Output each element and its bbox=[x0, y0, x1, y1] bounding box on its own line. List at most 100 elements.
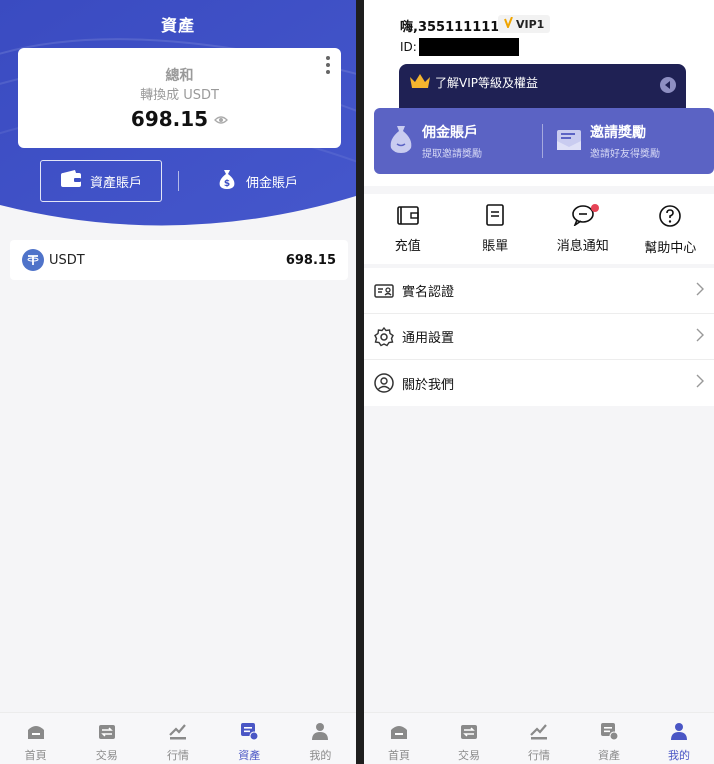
tab-divider bbox=[178, 171, 179, 191]
tab-label: 行情 bbox=[528, 749, 550, 762]
money-bag-icon: $ bbox=[216, 168, 238, 194]
more-options-icon[interactable] bbox=[323, 54, 333, 76]
market-icon bbox=[529, 721, 549, 744]
commission-title: 佣金賬戶 bbox=[422, 125, 478, 141]
tab-label: 資產 bbox=[598, 749, 620, 762]
account-tabs: 資產賬戶 $ 佣金賬戶 bbox=[40, 160, 320, 202]
chevron-right-icon bbox=[696, 282, 704, 300]
tab-label: 首頁 bbox=[388, 749, 410, 762]
settings-menu: 實名認證 通用設置 關於我們 bbox=[364, 268, 714, 406]
id-redacted bbox=[418, 38, 519, 56]
profile-screen: 嗨,355111111 VIP1 ID: 了解VIP等級及權益 佣金賬戶 提取邀… bbox=[364, 0, 714, 764]
menu-item-label: 通用設置 bbox=[402, 331, 455, 346]
profile-header: 嗨,355111111 VIP1 ID: 了解VIP等級及權益 佣金賬戶 提取邀… bbox=[364, 0, 714, 186]
total-label: 總和 bbox=[165, 68, 194, 84]
vip-check-icon bbox=[504, 16, 513, 31]
assets-icon bbox=[599, 721, 619, 744]
vip-banner-label: 了解VIP等級及權益 bbox=[435, 76, 538, 90]
asset-value: 698.15 bbox=[285, 252, 336, 268]
page-title: 資產 bbox=[160, 16, 195, 35]
crown-icon bbox=[409, 73, 431, 93]
vip-badge: VIP1 bbox=[498, 15, 551, 33]
assets-hero: 資產 總和 轉換成 USDT 698.15 資產賬戶 $ 佣金賬戶 bbox=[0, 0, 356, 235]
chevron-right-icon bbox=[696, 374, 704, 392]
user-id: ID: bbox=[400, 38, 519, 56]
tab-label: 交易 bbox=[95, 749, 118, 762]
menu-item-label: 實名認證 bbox=[402, 285, 455, 300]
total-amount: 698.15 bbox=[130, 107, 209, 131]
conversion-label: 轉換成 USDT bbox=[140, 88, 219, 103]
tab-assets[interactable]: 資產 bbox=[574, 713, 644, 764]
home-icon bbox=[389, 721, 409, 744]
total-assets-card: 總和 轉換成 USDT 698.15 bbox=[18, 48, 341, 148]
wallet-icon bbox=[396, 204, 420, 230]
envelope-icon bbox=[556, 126, 582, 156]
quick-action-label: 幫助中心 bbox=[644, 241, 697, 256]
quick-action-label: 充值 bbox=[394, 239, 421, 254]
vip-banner[interactable]: 了解VIP等級及權益 bbox=[399, 64, 686, 114]
asset-name: USDT bbox=[49, 252, 85, 268]
user-icon bbox=[374, 373, 394, 393]
commission-account-link[interactable]: 佣金賬戶 提取邀請獎勵 bbox=[388, 108, 482, 174]
notification-dot bbox=[591, 204, 599, 212]
invite-reward-link[interactable]: 邀請獎勵 邀請好友得獎勵 bbox=[556, 108, 660, 174]
invite-subtitle: 邀請好友得獎勵 bbox=[590, 149, 660, 160]
tab-label: 資產賬戶 bbox=[89, 175, 142, 191]
quick-action-bill[interactable]: 賬單 bbox=[452, 194, 540, 264]
id-label: ID: bbox=[400, 40, 417, 54]
commission-subtitle: 提取邀請獎勵 bbox=[422, 149, 482, 160]
commission-bar: 佣金賬戶 提取邀請獎勵 邀請獎勵 邀請好友得獎勵 bbox=[374, 108, 714, 174]
tab-label: 行情 bbox=[167, 749, 189, 762]
quick-action-help[interactable]: 幫助中心 bbox=[627, 194, 714, 264]
chevron-right-icon bbox=[696, 328, 704, 346]
bottom-tab-bar: 首頁 交易 行情 資產 我的 bbox=[364, 712, 714, 764]
user-icon bbox=[669, 721, 689, 744]
tab-assets[interactable]: 資產 bbox=[214, 713, 285, 764]
menu-item-about[interactable]: 關於我們 bbox=[364, 360, 714, 406]
vip-level: VIP1 bbox=[516, 17, 545, 31]
money-bag-icon bbox=[388, 124, 414, 158]
asset-row-usdt[interactable]: USDT 698.15 bbox=[10, 240, 348, 280]
menu-item-settings[interactable]: 通用設置 bbox=[364, 314, 714, 360]
quick-action-label: 賬單 bbox=[482, 239, 509, 254]
home-icon bbox=[26, 721, 46, 744]
tab-label: 佣金賬戶 bbox=[246, 175, 299, 191]
tab-commission-account[interactable]: $ 佣金賬戶 bbox=[216, 160, 326, 202]
tab-home[interactable]: 首頁 bbox=[0, 713, 71, 764]
quick-action-messages[interactable]: 消息通知 bbox=[539, 194, 627, 264]
tab-market[interactable]: 行情 bbox=[142, 713, 213, 764]
bill-icon bbox=[484, 204, 506, 230]
invite-title: 邀請獎勵 bbox=[590, 125, 646, 141]
svg-text:$: $ bbox=[224, 179, 230, 189]
quick-action-recharge[interactable]: 充值 bbox=[364, 194, 452, 264]
greeting: 嗨,355111111 bbox=[400, 20, 500, 35]
tab-label: 我的 bbox=[309, 749, 332, 762]
user-icon bbox=[310, 721, 330, 744]
eye-icon[interactable] bbox=[214, 110, 229, 129]
tab-trade[interactable]: 交易 bbox=[434, 713, 504, 764]
assets-icon bbox=[239, 721, 259, 744]
tab-mine[interactable]: 我的 bbox=[285, 713, 356, 764]
wallet-icon bbox=[60, 170, 82, 192]
menu-item-verification[interactable]: 實名認證 bbox=[364, 268, 714, 314]
tab-market[interactable]: 行情 bbox=[504, 713, 574, 764]
quick-actions: 充值 賬單 消息通知 幫助中心 bbox=[364, 186, 714, 264]
tab-asset-account[interactable]: 資產賬戶 bbox=[40, 160, 162, 202]
tab-label: 交易 bbox=[458, 749, 480, 762]
tab-trade[interactable]: 交易 bbox=[71, 713, 142, 764]
market-icon bbox=[168, 721, 188, 744]
usdt-icon bbox=[22, 249, 44, 271]
tab-label: 首頁 bbox=[24, 749, 47, 762]
commission-divider bbox=[542, 124, 543, 158]
trade-icon bbox=[97, 721, 117, 744]
quick-action-label: 消息通知 bbox=[556, 239, 609, 254]
tab-label: 資產 bbox=[238, 749, 261, 762]
tab-mine[interactable]: 我的 bbox=[644, 713, 714, 764]
id-card-icon bbox=[374, 281, 394, 301]
assets-screen: 資產 總和 轉換成 USDT 698.15 資產賬戶 $ 佣金賬戶 USDT 6… bbox=[0, 0, 356, 764]
tab-home[interactable]: 首頁 bbox=[364, 713, 434, 764]
help-icon bbox=[658, 204, 682, 232]
menu-item-label: 關於我們 bbox=[402, 377, 455, 393]
bottom-tab-bar: 首頁 交易 行情 資產 我的 bbox=[0, 712, 356, 764]
tab-label: 我的 bbox=[668, 749, 690, 762]
